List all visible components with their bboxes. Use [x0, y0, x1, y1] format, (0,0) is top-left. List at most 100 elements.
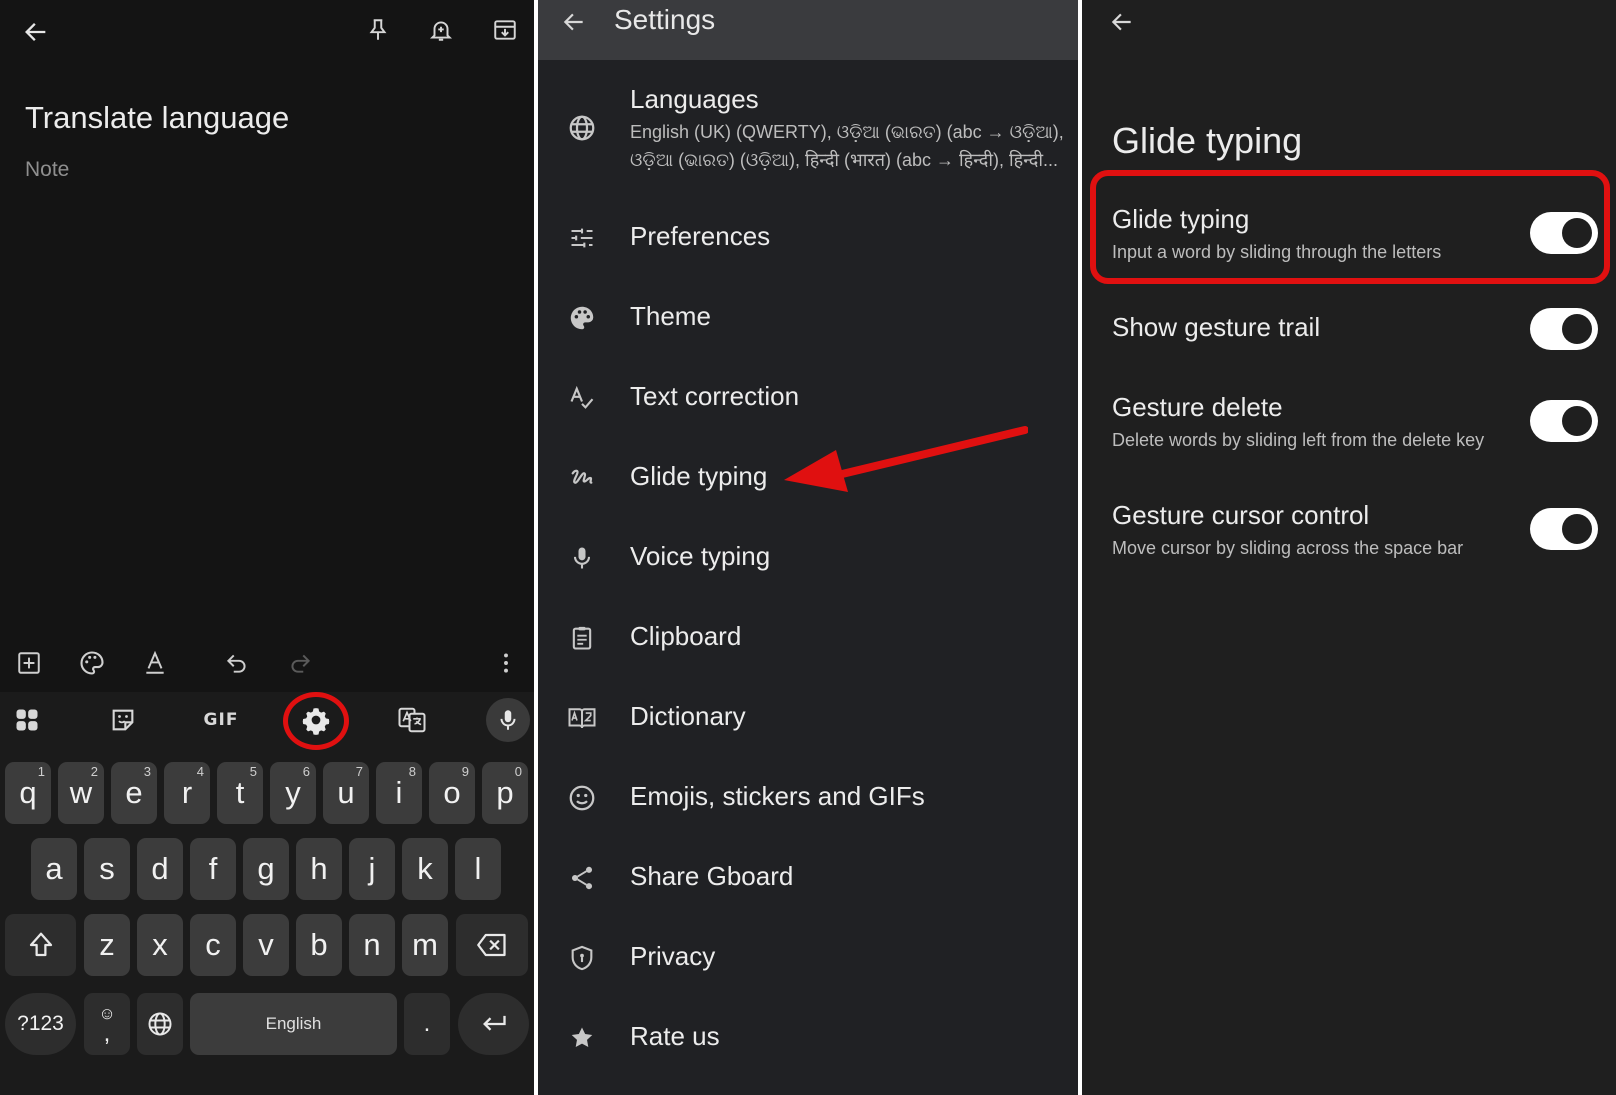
space-key[interactable]: English: [190, 993, 397, 1055]
settings-item-theme[interactable]: Theme: [538, 283, 1078, 353]
key-b[interactable]: b: [296, 914, 342, 976]
shift-icon: [26, 930, 56, 960]
key-m[interactable]: m: [402, 914, 448, 976]
key-v[interactable]: v: [243, 914, 289, 976]
key-k[interactable]: k: [402, 838, 448, 900]
shield-icon: [564, 940, 600, 976]
settings-item-label: Voice typing: [630, 541, 771, 571]
key-h[interactable]: h: [296, 838, 342, 900]
back-arrow-icon[interactable]: [556, 4, 592, 40]
key-n[interactable]: n: [349, 914, 395, 976]
mic-icon[interactable]: [486, 698, 530, 742]
settings-item-label: Preferences: [630, 221, 771, 251]
key-c[interactable]: c: [190, 914, 236, 976]
key-t[interactable]: t5: [217, 762, 263, 824]
key-x[interactable]: x: [137, 914, 183, 976]
period-key[interactable]: .: [404, 993, 450, 1055]
key-c-label: c: [205, 927, 221, 962]
key-r[interactable]: r4: [164, 762, 210, 824]
key-f-label: f: [208, 851, 218, 886]
languages-summary-line1: English (UK) (QWERTY), ଓଡ଼ିଆ (ଭାରତ) (abc…: [630, 122, 1064, 142]
star-icon: [564, 1020, 600, 1056]
redo-icon[interactable]: [282, 645, 318, 681]
text-format-icon[interactable]: [137, 645, 173, 681]
key-z[interactable]: z: [84, 914, 130, 976]
enter-key[interactable]: [458, 993, 529, 1055]
settings-item-emojis[interactable]: Emojis, stickers and GIFs: [538, 763, 1078, 833]
key-d[interactable]: d: [137, 838, 183, 900]
backspace-icon: [475, 930, 509, 960]
settings-item-clipboard[interactable]: Clipboard: [538, 603, 1078, 673]
mic-icon: [564, 540, 600, 576]
settings-item-preferences[interactable]: Preferences: [538, 203, 1078, 273]
archive-icon[interactable]: [487, 12, 523, 48]
note-bottom-bar: [0, 640, 534, 686]
key-g[interactable]: g: [243, 838, 289, 900]
translate-icon[interactable]: [390, 698, 434, 742]
key-j[interactable]: j: [349, 838, 395, 900]
setting-row-show-gesture-trail[interactable]: Show gesture trail: [1082, 300, 1616, 360]
key-e[interactable]: e3: [111, 762, 157, 824]
shift-key[interactable]: [5, 914, 76, 976]
note-body-placeholder[interactable]: Note: [25, 158, 69, 182]
keyboard-toolbar: GIF: [0, 692, 534, 750]
key-a-label: a: [45, 851, 63, 886]
palette-icon[interactable]: [74, 645, 110, 681]
key-i[interactable]: i8: [376, 762, 422, 824]
gesture-trail-toggle[interactable]: [1530, 308, 1598, 350]
backspace-key[interactable]: [456, 914, 528, 976]
settings-item-label: Clipboard: [630, 621, 742, 651]
language-switch-key[interactable]: [137, 993, 183, 1055]
reminder-bell-icon[interactable]: [423, 12, 459, 48]
dictionary-icon: [564, 700, 600, 736]
note-panel: Translate language Note GIF q 1 w 2 e 3 …: [0, 0, 534, 1095]
key-o-hint: 9: [461, 764, 469, 779]
sticker-icon[interactable]: [101, 698, 145, 742]
apps-grid-icon[interactable]: [5, 698, 49, 742]
gif-icon[interactable]: GIF: [196, 698, 246, 742]
key-p[interactable]: p0: [482, 762, 528, 824]
undo-icon[interactable]: [219, 645, 255, 681]
gesture-delete-toggle[interactable]: [1530, 400, 1598, 442]
settings-item-languages[interactable]: Languages English (UK) (QWERTY), ଓଡ଼ିଆ (…: [538, 84, 1078, 184]
key-i-hint: 8: [408, 764, 416, 779]
page-title: Settings: [614, 4, 716, 35]
key-f[interactable]: f: [190, 838, 236, 900]
setting-row-gesture-cursor-control[interactable]: Gesture cursor control Move cursor by sl…: [1082, 494, 1616, 574]
key-s[interactable]: s: [84, 838, 130, 900]
page-title: Glide typing: [1112, 120, 1303, 161]
key-a[interactable]: a: [31, 838, 77, 900]
key-m-label: m: [412, 927, 438, 962]
back-arrow-icon[interactable]: [18, 14, 54, 50]
key-w[interactable]: w2: [58, 762, 104, 824]
globe-icon: [564, 110, 600, 146]
settings-panel: Settings Languages English (UK) (QWERTY)…: [538, 0, 1078, 1095]
emoji-comma-key[interactable]: ☺ ,: [84, 993, 130, 1055]
pin-icon[interactable]: [360, 12, 396, 48]
key-k-label: k: [417, 851, 433, 886]
key-q-label: q: [19, 775, 37, 810]
settings-item-share-gboard[interactable]: Share Gboard: [538, 843, 1078, 913]
add-box-icon[interactable]: [11, 645, 47, 681]
note-title[interactable]: Translate language: [25, 100, 289, 136]
key-g-label: g: [257, 851, 275, 886]
gesture-cursor-toggle[interactable]: [1530, 508, 1598, 550]
key-u[interactable]: u7: [323, 762, 369, 824]
settings-item-dictionary[interactable]: Dictionary: [538, 683, 1078, 753]
setting-row-gesture-delete[interactable]: Gesture delete Delete words by sliding l…: [1082, 386, 1616, 466]
more-vert-icon[interactable]: [488, 645, 524, 681]
key-u-hint: 7: [355, 764, 363, 779]
settings-item-rate-us[interactable]: Rate us: [538, 1003, 1078, 1073]
gif-label: GIF: [203, 710, 239, 730]
key-o[interactable]: o9: [429, 762, 475, 824]
settings-item-label: Text correction: [630, 381, 800, 411]
symbols-key[interactable]: ?123: [5, 993, 76, 1055]
key-q[interactable]: q1: [5, 762, 51, 824]
back-arrow-icon[interactable]: [1104, 4, 1140, 40]
key-y[interactable]: y6: [270, 762, 316, 824]
settings-item-privacy[interactable]: Privacy: [538, 923, 1078, 993]
key-l[interactable]: l: [455, 838, 501, 900]
settings-item-label: Glide typing: [630, 461, 768, 491]
key-t-label: t: [235, 775, 245, 810]
settings-item-voice-typing[interactable]: Voice typing: [538, 523, 1078, 593]
